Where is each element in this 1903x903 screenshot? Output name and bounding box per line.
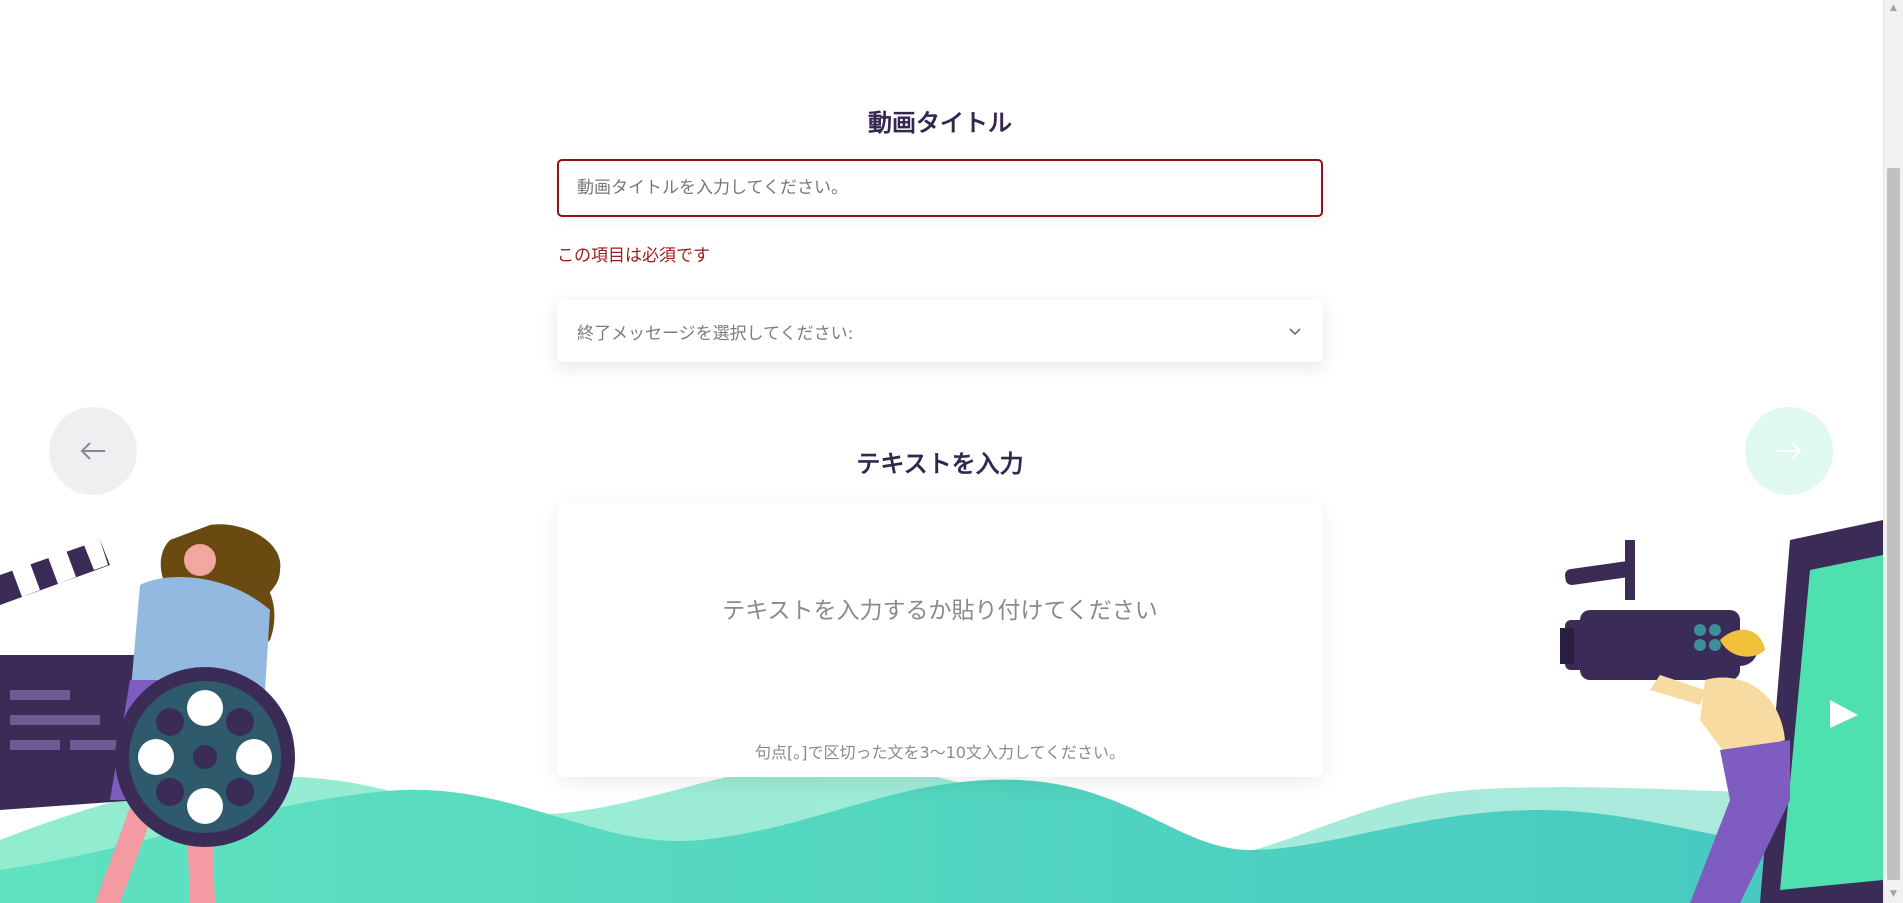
page-scrollbar[interactable]: ▲ ▼ bbox=[1883, 0, 1903, 903]
text-entry-heading: テキストを入力 bbox=[856, 450, 1024, 478]
next-button[interactable] bbox=[1745, 407, 1833, 495]
page-content: 動画タイトル この項目は必須です 終了メッセージを選択してください: テキストを… bbox=[0, 0, 1883, 903]
video-screen-illustration bbox=[1760, 520, 1883, 903]
text-entry-hint: 句点[。]で区切った文を3～10文入力してください。 bbox=[754, 743, 1126, 762]
end-message-select-label: 終了メッセージを選択してください: bbox=[577, 323, 854, 344]
text-entry-placeholder: テキストを入力するか貼り付けてください bbox=[722, 598, 1158, 624]
scrollbar-thumb[interactable] bbox=[1887, 168, 1900, 880]
scroll-up-icon[interactable]: ▲ bbox=[1884, 0, 1903, 17]
chevron-down-icon bbox=[1289, 328, 1301, 336]
end-message-select[interactable]: 終了メッセージを選択してください: bbox=[557, 300, 1323, 362]
previous-button[interactable] bbox=[49, 407, 137, 495]
video-title-input[interactable] bbox=[557, 159, 1323, 217]
scroll-down-icon[interactable]: ▼ bbox=[1884, 886, 1903, 903]
text-entry-area[interactable]: テキストを入力するか貼り付けてください 句点[。]で区切った文を3～10文入力し… bbox=[557, 503, 1323, 777]
video-title-heading: 動画タイトル bbox=[868, 109, 1012, 137]
arrow-right-icon bbox=[1777, 442, 1802, 460]
arrow-left-icon bbox=[80, 442, 105, 460]
required-error-message: この項目は必須です bbox=[557, 246, 710, 266]
